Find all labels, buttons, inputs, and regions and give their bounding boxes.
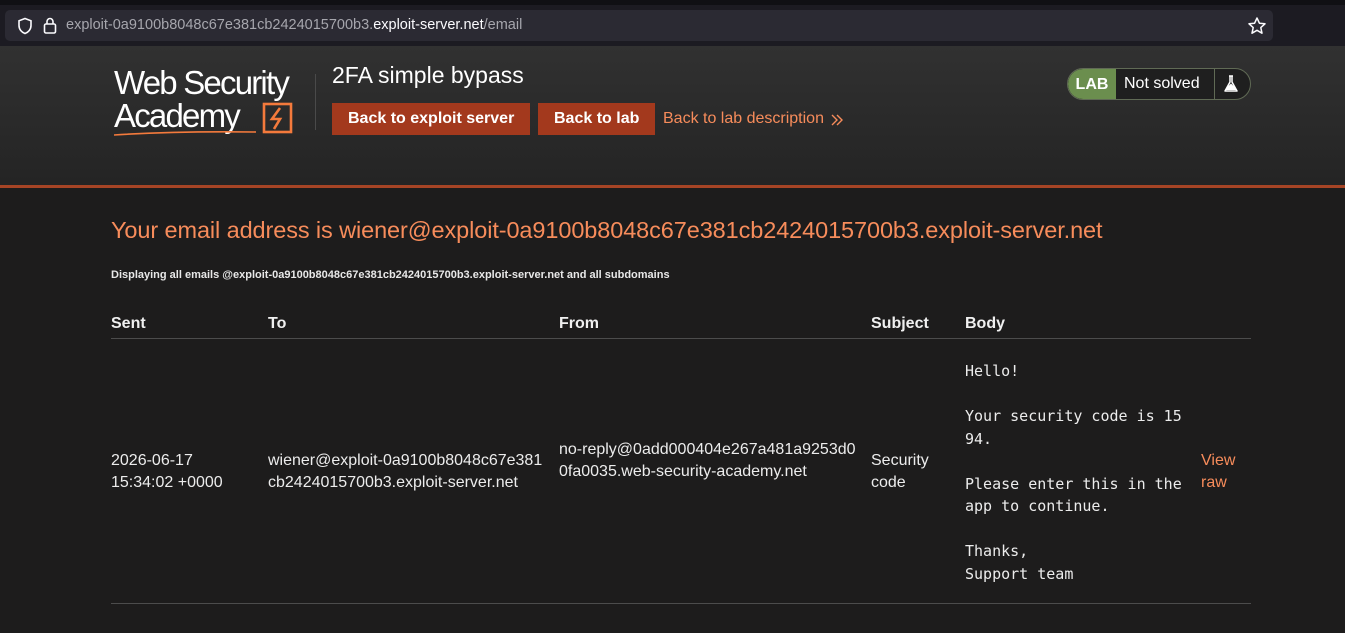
back-to-lab-button[interactable]: Back to lab xyxy=(538,103,655,135)
lock-icon[interactable] xyxy=(41,16,59,35)
url-text[interactable]: exploit-0a9100b8048c67e381cb2424015700b3… xyxy=(66,17,522,33)
column-header-to: To xyxy=(268,315,287,332)
flask-icon xyxy=(1224,75,1238,92)
email-body: Hello! Your security code is 1594. Pleas… xyxy=(965,362,1182,583)
url-host: exploit-server.net xyxy=(373,17,484,33)
view-raw-link[interactable]: View raw xyxy=(1201,450,1251,494)
email-address-heading: Your email address is wiener@exploit-0a9… xyxy=(111,217,1103,243)
row-divider-line xyxy=(111,603,1251,604)
lab-title: 2FA simple bypass xyxy=(332,62,524,88)
double-chevron-right-icon xyxy=(831,114,843,125)
column-header-subject: Subject xyxy=(871,315,929,332)
url-path: /email xyxy=(483,17,523,33)
status-divider xyxy=(1214,69,1215,99)
url-prefix: exploit-0a9100b8048c67e381cb2424015700b3… xyxy=(66,17,374,33)
email-recipient: wiener@exploit-0a9100b8048c67e381cb24240… xyxy=(268,452,543,491)
email-sender: no-reply@0add000404e267a481a9253d00fa003… xyxy=(559,441,856,480)
address-bar[interactable]: exploit-0a9100b8048c67e381cb2424015700b3… xyxy=(5,10,1273,41)
header-divider-line xyxy=(111,338,1251,339)
back-to-lab-description-label: Back to lab description xyxy=(663,110,824,127)
bookmark-star-icon[interactable] xyxy=(1247,16,1267,36)
email-sent-date: 2026-06-17 15:34:02 +0000 xyxy=(111,452,223,491)
email-subject: Security code xyxy=(871,452,929,491)
column-header-from: From xyxy=(559,315,599,332)
back-to-lab-description-link[interactable]: Back to lab description xyxy=(663,110,844,128)
column-header-sent: Sent xyxy=(111,315,146,332)
lab-header: Web Security Academy 2FA simple bypass B… xyxy=(0,46,1345,188)
browser-toolbar: exploit-0a9100b8048c67e381cb2424015700b3… xyxy=(0,0,1345,46)
lab-status-text: Not solved xyxy=(1124,75,1200,92)
email-filter-info: Displaying all emails @exploit-0a9100b80… xyxy=(111,269,670,281)
web-security-academy-logo[interactable]: Web Security Academy xyxy=(114,66,314,138)
column-header-body: Body xyxy=(965,315,1005,332)
logo-bolt-icon xyxy=(114,102,293,136)
lab-badge: LAB xyxy=(1068,69,1116,99)
lab-status-widget: LAB Not solved xyxy=(1067,68,1251,100)
browser-tab-strip xyxy=(0,0,1345,5)
shield-icon[interactable] xyxy=(16,17,34,35)
back-to-exploit-server-button[interactable]: Back to exploit server xyxy=(332,103,530,135)
header-divider xyxy=(315,74,316,130)
